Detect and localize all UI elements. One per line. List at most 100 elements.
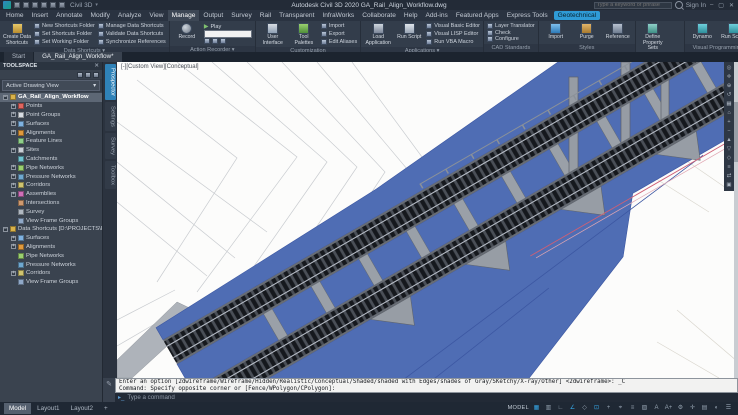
import-styles-button[interactable]: Import bbox=[542, 22, 570, 43]
run-script-button[interactable]: Run Script bbox=[395, 22, 423, 46]
ribbon-tab-express-tools[interactable]: Express Tools bbox=[503, 10, 552, 21]
user-interface-button[interactable]: User Interface bbox=[259, 22, 287, 46]
ribbon-tab-annotate[interactable]: Annotate bbox=[52, 10, 86, 21]
tree-item-corridors[interactable]: +Corridors bbox=[0, 269, 102, 278]
customize-icon[interactable]: ☰ bbox=[723, 404, 734, 413]
isodraft-icon[interactable]: ◇ bbox=[579, 404, 590, 413]
action-macro-combobox[interactable] bbox=[204, 30, 252, 38]
annotation-monitor-icon[interactable]: ✛ bbox=[687, 404, 698, 413]
command-input[interactable]: ▸_ Type a command bbox=[115, 393, 738, 402]
tab-drawing[interactable]: GA_Rail_Align_Workflow* bbox=[34, 52, 121, 62]
layers-icon[interactable]: ≡ bbox=[725, 163, 733, 171]
quick-properties-icon[interactable]: ▤ bbox=[699, 404, 710, 413]
preference-icon[interactable] bbox=[220, 38, 226, 44]
expand-toggle[interactable]: + bbox=[11, 192, 16, 197]
help-search-input[interactable] bbox=[594, 2, 672, 9]
tree-item-intersections[interactable]: Intersections bbox=[0, 199, 102, 208]
toolspace-tab-prospector[interactable]: Prospector bbox=[105, 64, 116, 100]
tree-item-feature-lines[interactable]: Feature Lines bbox=[0, 137, 102, 146]
expand-toggle[interactable]: − bbox=[3, 227, 8, 232]
insert-message-icon[interactable] bbox=[204, 38, 210, 44]
view-down-icon[interactable]: ▽ bbox=[725, 145, 733, 153]
ribbon-tab-modify[interactable]: Modify bbox=[87, 10, 114, 21]
undo-icon[interactable] bbox=[50, 2, 56, 8]
orbit-icon[interactable]: ↺ bbox=[725, 91, 733, 99]
expand-toggle[interactable]: + bbox=[11, 148, 16, 153]
expand-toggle[interactable]: + bbox=[11, 121, 16, 126]
load-application-button[interactable]: Load Application bbox=[364, 22, 392, 46]
print-icon[interactable] bbox=[41, 2, 47, 8]
model-space-label[interactable]: MODEL bbox=[507, 404, 530, 413]
view-up-icon[interactable]: ▲ bbox=[725, 136, 733, 144]
layout-tab-layout2[interactable]: Layout2 bbox=[66, 403, 98, 414]
item-view-icon[interactable] bbox=[77, 72, 83, 78]
layout-tab-model[interactable]: Model bbox=[4, 403, 31, 414]
signin-label[interactable]: Sign In bbox=[686, 2, 706, 9]
ribbon-tab-transparent[interactable]: Transparent bbox=[275, 10, 318, 21]
osnap-icon[interactable]: ⊡ bbox=[591, 404, 602, 413]
tree-item-ga-rail-align-workflow[interactable]: −GA_Rail_Align_Workflow bbox=[0, 93, 102, 102]
dynamo-button[interactable]: Dynamo bbox=[688, 22, 716, 43]
polar-tracking-icon[interactable]: ∠ bbox=[567, 404, 578, 413]
tree-item-pressure-networks[interactable]: +Pressure Networks bbox=[0, 172, 102, 181]
toolspace-tab-survey[interactable]: Survey bbox=[105, 133, 116, 159]
tree-item-assemblies[interactable]: +Assemblies bbox=[0, 190, 102, 199]
toolspace-tab-toolbox[interactable]: Toolbox bbox=[105, 161, 116, 189]
layout-tab-layout1[interactable]: Layout1 bbox=[32, 403, 64, 414]
ribbon-tab-add-ins[interactable]: Add-ins bbox=[421, 10, 451, 21]
dynamo-player-button[interactable]: Run Script bbox=[719, 22, 738, 43]
maximize-icon[interactable]: ▢ bbox=[717, 2, 725, 9]
zoom-extents-icon[interactable]: ⊕ bbox=[725, 82, 733, 90]
tree-item-survey[interactable]: Survey bbox=[0, 207, 102, 216]
workspace-gear-icon[interactable]: ⚙ bbox=[675, 404, 686, 413]
import-customization-button[interactable]: Import bbox=[321, 23, 357, 29]
tree-item-catchments[interactable]: Catchments bbox=[0, 155, 102, 164]
pan-icon[interactable]: ✛ bbox=[725, 73, 733, 81]
app-menu-icon[interactable] bbox=[3, 1, 11, 9]
record-button[interactable]: Record bbox=[173, 22, 201, 45]
validate-data-shortcuts-button[interactable]: Validate Data Shortcuts bbox=[98, 31, 166, 37]
ribbon-tab-geotechnical[interactable]: Geotechnical bbox=[554, 11, 601, 20]
visual-lisp-editor-button[interactable]: Visual LISP Editor bbox=[426, 31, 480, 37]
isolate-objects-icon[interactable]: ◐ bbox=[711, 404, 722, 413]
menu-icon[interactable]: ▣ bbox=[725, 181, 733, 189]
ribbon-tab-manage[interactable]: Manage bbox=[168, 10, 200, 21]
layer-translator-button[interactable]: Layer Translator bbox=[487, 23, 535, 29]
tree-item-view-frame-groups[interactable]: View Frame Groups bbox=[0, 216, 102, 225]
section-icon[interactable]: ◇ bbox=[725, 154, 733, 162]
set-shortcuts-folder-button[interactable]: Set Shortcuts Folder bbox=[34, 31, 95, 37]
tree-item-data-shortcuts-d-projects-rail-work[interactable]: −Data Shortcuts [D:\PROJECTS\Rail Work..… bbox=[0, 225, 102, 234]
edit-aliases-button[interactable]: Edit Aliases bbox=[321, 39, 357, 45]
panel-title[interactable]: Visual Programming bbox=[685, 44, 738, 52]
visual-basic-editor-button[interactable]: Visual Basic Editor bbox=[426, 23, 480, 29]
viewport-controls-label[interactable]: [-][Custom View][Conceptual] bbox=[121, 64, 199, 70]
search-icon[interactable] bbox=[675, 1, 683, 9]
synchronize-references-button[interactable]: Synchronize References bbox=[98, 39, 166, 45]
close-icon[interactable]: ✕ bbox=[728, 2, 735, 9]
define-property-sets-button[interactable]: Define Property Sets bbox=[639, 22, 667, 52]
minimize-icon[interactable]: – bbox=[709, 2, 714, 8]
expand-toggle[interactable]: + bbox=[11, 174, 16, 179]
tree-item-pipe-networks[interactable]: +Pipe Networks bbox=[0, 163, 102, 172]
expand-toggle[interactable]: + bbox=[11, 244, 16, 249]
zoom-out-icon[interactable]: − bbox=[725, 127, 733, 135]
expand-toggle[interactable]: + bbox=[11, 236, 16, 241]
tree-item-point-groups[interactable]: +Point Groups bbox=[0, 111, 102, 120]
tree-item-pipe-networks[interactable]: Pipe Networks bbox=[0, 251, 102, 260]
save-icon[interactable] bbox=[32, 2, 38, 8]
tree-item-alignments[interactable]: +Alignments bbox=[0, 128, 102, 137]
export-customization-button[interactable]: Export bbox=[321, 31, 357, 37]
reference-styles-button[interactable]: Reference bbox=[604, 22, 632, 43]
panel-title[interactable]: CAD Standards bbox=[484, 44, 538, 52]
layout-tab-[interactable]: + bbox=[99, 403, 113, 414]
tree-item-pressure-networks[interactable]: Pressure Networks bbox=[0, 260, 102, 269]
help-icon[interactable] bbox=[93, 72, 99, 78]
tree-item-points[interactable]: +Points bbox=[0, 102, 102, 111]
tool-palettes-button[interactable]: Tool Palettes bbox=[290, 22, 318, 46]
new-icon[interactable] bbox=[14, 2, 20, 8]
snap-icon[interactable]: ▥ bbox=[543, 404, 554, 413]
panel-title[interactable]: Styles bbox=[539, 44, 635, 52]
new-shortcuts-folder-button[interactable]: New Shortcuts Folder bbox=[34, 23, 95, 29]
run-vba-macro-button[interactable]: Run VBA Macro bbox=[426, 39, 480, 45]
expand-toggle[interactable]: − bbox=[3, 95, 8, 100]
